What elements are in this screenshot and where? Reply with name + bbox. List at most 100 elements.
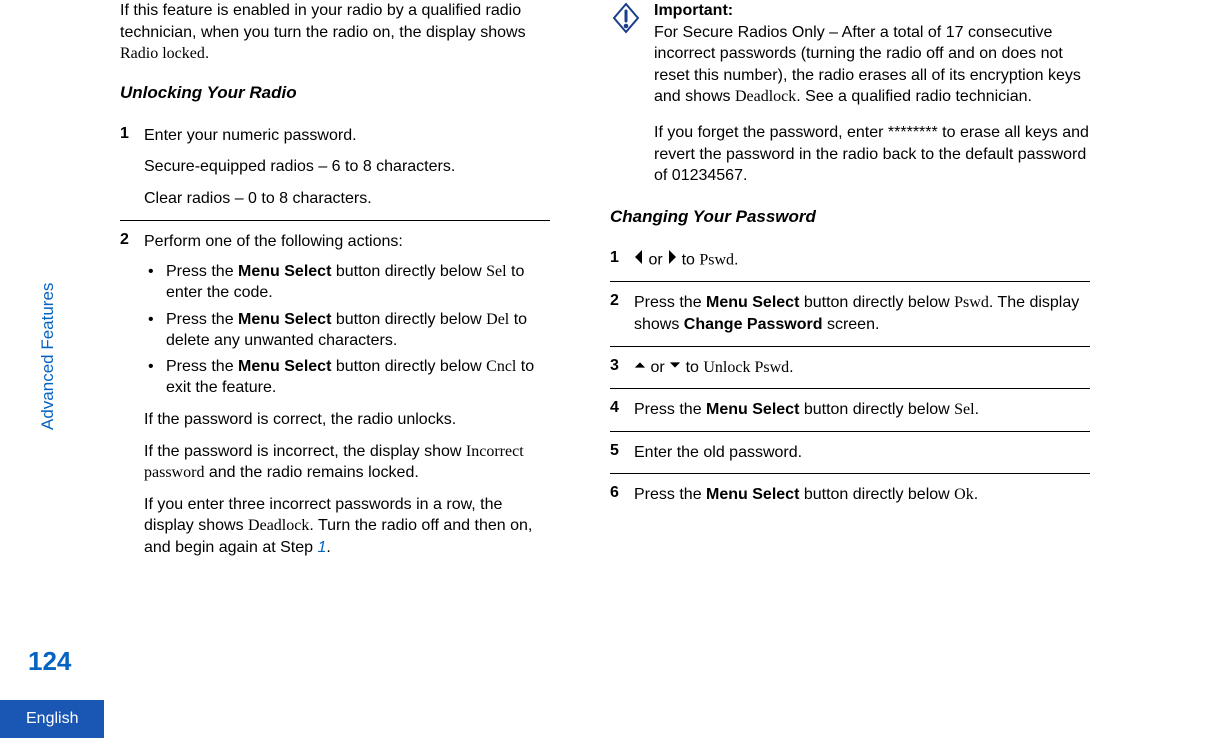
t: to [677,251,699,268]
t: . [326,539,330,556]
intro-text: If this feature is enabled in your radio… [120,2,526,41]
t: button directly below [799,401,954,418]
right-column: Important: For Secure Radios Only – Afte… [590,0,1090,569]
t: button directly below [331,311,486,328]
intro-text-2: . [205,45,209,62]
bullet-text: Press the Menu Select button directly be… [166,357,550,399]
intro-paragraph: If this feature is enabled in your radio… [120,0,550,65]
bullet-dot-icon: • [144,262,166,304]
arrow-down-icon [669,357,681,379]
arrow-up-icon [634,357,646,379]
t: Menu Select [238,263,331,280]
important-p2: If you forget the password, enter ******… [654,122,1090,187]
page-content: If this feature is enabled in your radio… [0,0,1206,569]
step-body: Enter your numeric password. Secure-equi… [144,125,550,210]
t: . [734,251,738,268]
t: Deadlock [735,88,796,105]
step2-p1: If the password is correct, the radio un… [144,409,550,431]
important-p1: Important: For Secure Radios Only – Afte… [654,0,1090,108]
t: Menu Select [706,294,799,311]
left-column: If this feature is enabled in your radio… [120,0,590,569]
bullet-text: Press the Menu Select button directly be… [166,262,550,304]
r-step-6: 6 Press the Menu Select button directly … [610,473,1090,516]
step-number: 1 [120,125,144,210]
t: button directly below [799,294,954,311]
t: Menu Select [238,311,331,328]
bullet-2: • Press the Menu Select button directly … [144,310,550,352]
r-step-2: 2 Press the Menu Select button directly … [610,281,1090,345]
t: Change Password [684,316,823,333]
step1-line2: Secure-equipped radios – 6 to 8 characte… [144,156,550,178]
r-step-1: 1 or to Pswd. [610,239,1090,282]
step2-line1: Perform one of the following actions: [144,231,550,253]
t: Deadlock [248,517,309,534]
step-number: 6 [610,484,634,506]
step-number: 5 [610,442,634,464]
bullet-1: • Press the Menu Select button directly … [144,262,550,304]
step2-p3: If you enter three incorrect passwords i… [144,494,550,559]
t: . [975,401,979,418]
bullet-dot-icon: • [144,357,166,399]
t: Cncl [486,358,516,375]
t: Ok [954,486,974,503]
step-number: 3 [610,357,634,379]
t: button directly below [331,358,486,375]
arrow-left-icon [634,249,644,272]
t: Sel [954,401,974,418]
bullet-text: Press the Menu Select button directly be… [166,310,550,352]
t: . [974,486,978,503]
language-tag: English [0,700,104,738]
section-label: Advanced Features [38,283,58,430]
step-1: 1 Enter your numeric password. Secure-eq… [120,115,550,220]
step-body: Press the Menu Select button directly be… [634,399,1090,421]
important-icon [610,0,654,187]
bullet-3: • Press the Menu Select button directly … [144,357,550,399]
t: Pswd [954,294,989,311]
r-step-5: 5 Enter the old password. [610,431,1090,474]
page-number: 124 [28,646,71,677]
r-step-4: 4 Press the Menu Select button directly … [610,388,1090,431]
intro-display-text: Radio locked [120,45,205,62]
t: screen. [823,316,880,333]
t: Press the [634,486,706,503]
arrow-right-icon [667,249,677,272]
t: Sel [486,263,506,280]
t: Menu Select [706,486,799,503]
t: Press the [634,294,706,311]
step-number: 1 [610,249,634,272]
important-title: Important: [654,2,733,19]
t: Menu Select [238,358,331,375]
important-callout: Important: For Secure Radios Only – Afte… [610,0,1090,187]
t: and the radio remains locked. [204,464,418,481]
t: Press the [166,311,238,328]
step2-bullets: • Press the Menu Select button directly … [144,262,550,399]
step-body: Press the Menu Select button directly be… [634,484,1090,506]
step-2: 2 Perform one of the following actions: … [120,220,550,569]
step-body: Press the Menu Select button directly be… [634,292,1090,335]
t: Press the [166,263,238,280]
t: Menu Select [706,401,799,418]
t: If the password is incorrect, the displa… [144,443,466,460]
heading-unlocking: Unlocking Your Radio [120,83,550,103]
t: or [646,359,669,376]
step1-line3: Clear radios – 0 to 8 characters. [144,188,550,210]
step-number: 2 [610,292,634,335]
heading-changing: Changing Your Password [610,207,1090,227]
step-number: 4 [610,399,634,421]
t: Unlock Pswd [703,359,789,376]
important-body: Important: For Secure Radios Only – Afte… [654,0,1090,187]
t: Del [486,311,509,328]
step-body: Perform one of the following actions: • … [144,231,550,559]
t: button directly below [331,263,486,280]
t: to [681,359,703,376]
t: button directly below [799,486,954,503]
bullet-dot-icon: • [144,310,166,352]
step-number: 2 [120,231,144,559]
step-body: or to Unlock Pswd. [634,357,1090,379]
step1-line1: Enter your numeric password. [144,125,550,147]
t: . [789,359,793,376]
r-step-3: 3 or to Unlock Pswd. [610,346,1090,389]
step-body: Enter the old password. [634,442,1090,464]
step-body: or to Pswd. [634,249,1090,272]
t: Press the [634,401,706,418]
